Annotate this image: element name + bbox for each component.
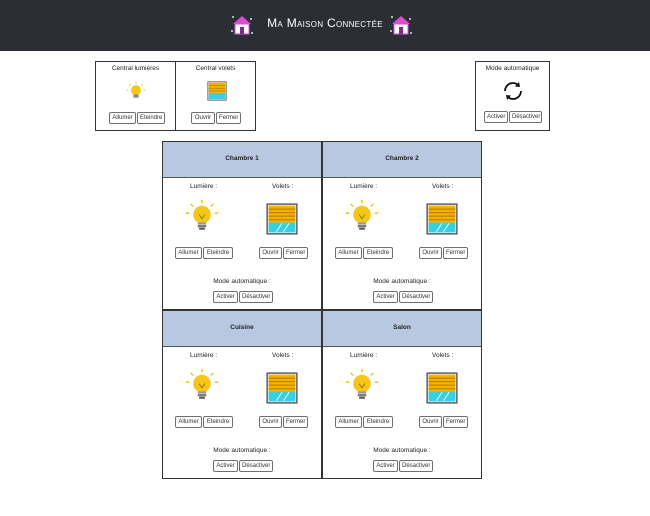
blinds-label: Volets :: [272, 352, 294, 359]
room-auto-mode-label: Mode automatique :: [373, 278, 431, 285]
light-label: Lumière :: [190, 183, 218, 190]
blinds-open-button[interactable]: Ouvrir: [259, 416, 282, 428]
lightbulb-icon: [185, 199, 219, 230]
room-auto-deactivate-button[interactable]: Désactiver: [239, 460, 273, 472]
central-blinds-open-button[interactable]: Ouvrir: [191, 112, 215, 124]
window-blind-icon: [266, 372, 298, 404]
blinds-open-button[interactable]: Ouvrir: [419, 247, 442, 259]
light-off-button[interactable]: Eteindre: [363, 416, 393, 428]
lightbulb-icon: [185, 368, 219, 399]
auto-mode-deactivate-button[interactable]: Désactiver: [509, 111, 542, 123]
lightbulb-icon: [345, 368, 379, 399]
room-auto-activate-button[interactable]: Activer: [213, 291, 238, 303]
light-off-button[interactable]: Eteindre: [363, 247, 393, 259]
blinds-close-button[interactable]: Fermer: [283, 247, 308, 259]
light-on-button[interactable]: Allumer: [175, 416, 202, 428]
auto-mode-label: Mode automatique: [485, 65, 540, 72]
room-auto-mode-label: Mode automatique :: [213, 447, 271, 454]
light-off-button[interactable]: Eteindre: [203, 247, 233, 259]
window-blind-icon: [266, 203, 298, 235]
light-label: Lumière :: [190, 352, 218, 359]
blinds-label: Volets :: [432, 183, 454, 190]
room-header: Salon: [323, 311, 481, 347]
light-on-button[interactable]: Allumer: [335, 247, 362, 259]
page-title: Ma Maison Connectée: [267, 16, 383, 30]
room-auto-deactivate-button[interactable]: Désactiver: [239, 291, 273, 303]
room-header: Chambre 1: [163, 142, 321, 178]
blinds-open-button[interactable]: Ouvrir: [419, 416, 442, 428]
room-auto-activate-button[interactable]: Activer: [373, 460, 398, 472]
room-title: Salon: [393, 324, 411, 331]
room-title: Cuisine: [230, 324, 254, 331]
house-icon: [390, 16, 412, 35]
refresh-icon: [504, 82, 522, 100]
room-auto-activate-button[interactable]: Activer: [373, 291, 398, 303]
room-card: Salon Lumière : Volets : Allumer Eteindr…: [322, 310, 482, 479]
light-label: Lumière :: [350, 183, 378, 190]
room-auto-deactivate-button[interactable]: Désactiver: [399, 460, 433, 472]
light-on-button[interactable]: Allumer: [175, 247, 202, 259]
room-title: Chambre 2: [385, 155, 419, 162]
central-lights-off-button[interactable]: Eteindre: [137, 112, 165, 124]
light-label: Lumière :: [350, 352, 378, 359]
blinds-label: Volets :: [272, 183, 294, 190]
central-blinds-panel: Central volets Ouvrir Fermer: [175, 61, 256, 131]
room-card: Cuisine Lumière : Volets : Allumer Etein…: [162, 310, 322, 479]
window-blind-icon: [426, 203, 458, 235]
blinds-label: Volets :: [432, 352, 454, 359]
room-header: Cuisine: [163, 311, 321, 347]
auto-mode-panel: Mode automatique Activer Désactiver: [475, 61, 550, 131]
window-blind-icon: [207, 81, 227, 101]
lightbulb-icon: [345, 199, 379, 230]
room-auto-activate-button[interactable]: Activer: [213, 460, 238, 472]
auto-mode-activate-button[interactable]: Activer: [484, 111, 508, 123]
room-title: Chambre 1: [225, 155, 259, 162]
room-card: Chambre 2 Lumière : Volets : Allumer Ete…: [322, 141, 482, 310]
room-header: Chambre 2: [323, 142, 481, 178]
room-auto-deactivate-button[interactable]: Désactiver: [399, 291, 433, 303]
blinds-close-button[interactable]: Fermer: [443, 416, 468, 428]
house-icon: [231, 16, 253, 35]
light-off-button[interactable]: Eteindre: [203, 416, 233, 428]
central-blinds-close-button[interactable]: Fermer: [216, 112, 241, 124]
room-auto-mode-label: Mode automatique :: [373, 447, 431, 454]
blinds-open-button[interactable]: Ouvrir: [259, 247, 282, 259]
lightbulb-icon: [126, 81, 146, 98]
window-blind-icon: [426, 372, 458, 404]
light-on-button[interactable]: Allumer: [335, 416, 362, 428]
room-card: Chambre 1 Lumière : Volets : Allumer Ete…: [162, 141, 322, 310]
app-header: Ma Maison Connectée: [0, 0, 650, 51]
blinds-close-button[interactable]: Fermer: [443, 247, 468, 259]
central-lights-panel: Central lumières Allumer Eteindre: [95, 61, 176, 131]
central-lights-label: Central lumières: [111, 65, 160, 72]
central-lights-on-button[interactable]: Allumer: [109, 112, 136, 124]
central-blinds-label: Central volets: [195, 65, 236, 72]
blinds-close-button[interactable]: Fermer: [283, 416, 308, 428]
room-auto-mode-label: Mode automatique :: [213, 278, 271, 285]
